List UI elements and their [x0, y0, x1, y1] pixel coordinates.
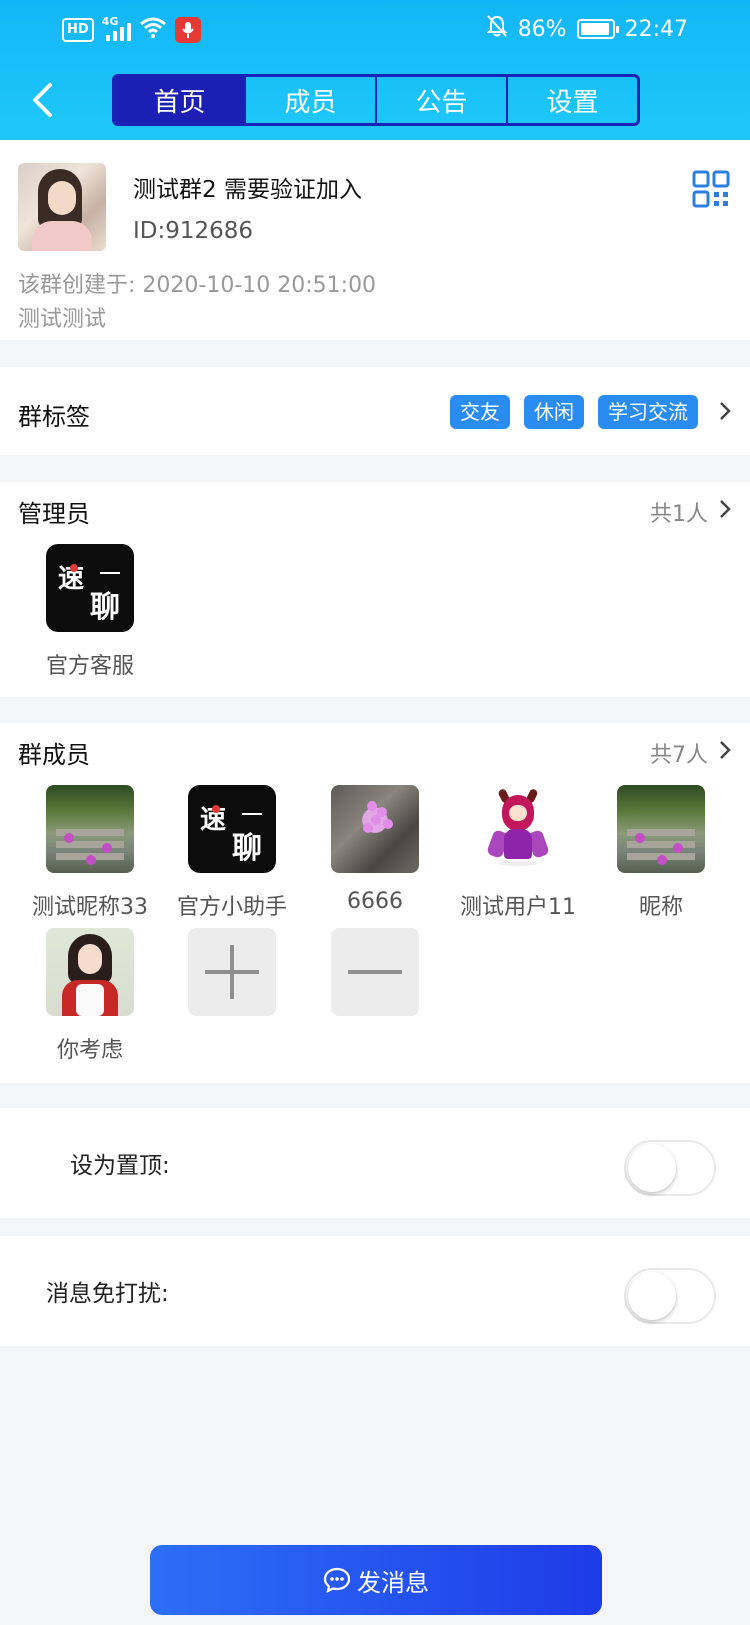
add-member-button[interactable] — [152, 928, 312, 1016]
members-section: 群成员 共7人 测试昵称33 速聊 官方小助手 6666 测试用户11 昵称 你… — [0, 723, 750, 1083]
suliao-logo-avatar: 速聊 — [188, 785, 276, 873]
girl-photo-avatar — [46, 928, 134, 1016]
tag: 交友 — [450, 395, 510, 429]
stairs-photo-avatar — [46, 785, 134, 873]
group-tags-row[interactable]: 群标签 交友 休闲 学习交流 — [0, 367, 750, 455]
back-button[interactable] — [22, 78, 62, 122]
remove-member-button[interactable] — [295, 928, 455, 1016]
do-not-disturb-label: 消息免打扰: — [46, 1281, 169, 1307]
member-name: 6666 — [347, 889, 403, 914]
do-not-disturb-row: 消息免打扰: — [0, 1236, 750, 1346]
tab-settings[interactable]: 设置 — [508, 77, 637, 123]
group-tags-label: 群标签 — [18, 403, 90, 431]
stairs-photo-avatar — [617, 785, 705, 873]
tag-list: 交友 休闲 学习交流 — [450, 395, 698, 429]
flower-rocks-avatar — [331, 785, 419, 873]
pin-to-top-toggle[interactable] — [624, 1140, 716, 1196]
hd-badge: HD — [62, 17, 94, 42]
member-item[interactable]: 速聊 官方小助手 — [152, 785, 312, 921]
chevron-right-icon — [720, 402, 731, 420]
group-title: 测试群2 需要验证加入 — [133, 177, 362, 203]
tab-members[interactable]: 成员 — [246, 77, 377, 123]
plus-icon — [188, 928, 276, 1016]
member-name: 官方小助手 — [176, 895, 287, 920]
chevron-left-icon — [33, 83, 52, 117]
signal-icon: 4G — [102, 15, 131, 41]
tag: 休闲 — [524, 395, 584, 429]
tab-bar: 首页 成员 公告 设置 — [112, 74, 640, 126]
header: HD 4G 86% 22:47 首页 成员 公告 设置 — [0, 0, 750, 140]
send-message-button[interactable]: 发消息 — [150, 1545, 602, 1615]
member-name: 测试昵称33 — [32, 895, 148, 920]
status-bar-right: 86% 22:47 — [486, 14, 688, 44]
bell-off-icon — [486, 14, 508, 44]
anime-character-avatar — [474, 785, 562, 873]
pin-to-top-label: 设为置顶: — [70, 1153, 170, 1179]
pin-to-top-row: 设为置顶: — [0, 1108, 750, 1218]
chevron-right-icon[interactable] — [714, 739, 736, 761]
network-type: 4G — [101, 14, 119, 28]
suliao-logo-avatar: 速聊 — [46, 544, 134, 632]
qr-code-icon[interactable] — [692, 170, 730, 208]
admins-label: 管理员 — [18, 500, 90, 528]
member-name: 昵称 — [638, 895, 683, 920]
status-bar-left: HD 4G — [62, 15, 201, 43]
admin-name: 官方客服 — [45, 654, 134, 679]
wifi-icon — [139, 16, 167, 43]
microphone-icon — [174, 16, 201, 43]
admins-section: 管理员 共1人 速聊 官方客服 — [0, 482, 750, 697]
member-item[interactable]: 测试昵称33 — [10, 785, 170, 921]
member-item[interactable]: 你考虑 — [10, 928, 170, 1064]
status-bar: HD 4G 86% 22:47 — [0, 0, 750, 60]
admins-count[interactable]: 共1人 — [650, 496, 708, 528]
member-name: 测试用户11 — [460, 895, 576, 920]
tab-announcements[interactable]: 公告 — [377, 77, 508, 123]
group-id: ID:912686 — [133, 218, 254, 244]
battery-percent: 86% — [517, 16, 567, 42]
clock: 22:47 — [624, 16, 688, 42]
member-name: 你考虑 — [56, 1038, 123, 1063]
group-info-section: 测试群2 需要验证加入 ID:912686 该群创建于: 2020-10-10 … — [0, 140, 750, 340]
group-avatar — [18, 163, 106, 251]
minus-icon — [331, 928, 419, 1016]
member-item[interactable]: 6666 — [295, 785, 455, 914]
members-label: 群成员 — [18, 741, 90, 769]
do-not-disturb-toggle[interactable] — [624, 1268, 716, 1324]
admin-item[interactable]: 速聊 官方客服 — [10, 544, 170, 680]
battery-icon — [576, 19, 619, 39]
toggle-knob — [628, 1144, 676, 1192]
tab-home[interactable]: 首页 — [115, 77, 246, 123]
toggle-knob — [628, 1272, 676, 1320]
send-message-label: 发消息 — [357, 1568, 429, 1597]
member-item[interactable]: 昵称 — [581, 785, 741, 921]
chevron-right-icon[interactable] — [714, 498, 736, 520]
group-description: 测试测试 — [18, 307, 107, 332]
group-created-time: 该群创建于: 2020-10-10 20:51:00 — [18, 273, 377, 298]
member-item[interactable]: 测试用户11 — [438, 785, 598, 921]
members-count[interactable]: 共7人 — [650, 737, 708, 769]
chat-bubble-icon — [323, 1567, 351, 1593]
tag: 学习交流 — [598, 395, 698, 429]
